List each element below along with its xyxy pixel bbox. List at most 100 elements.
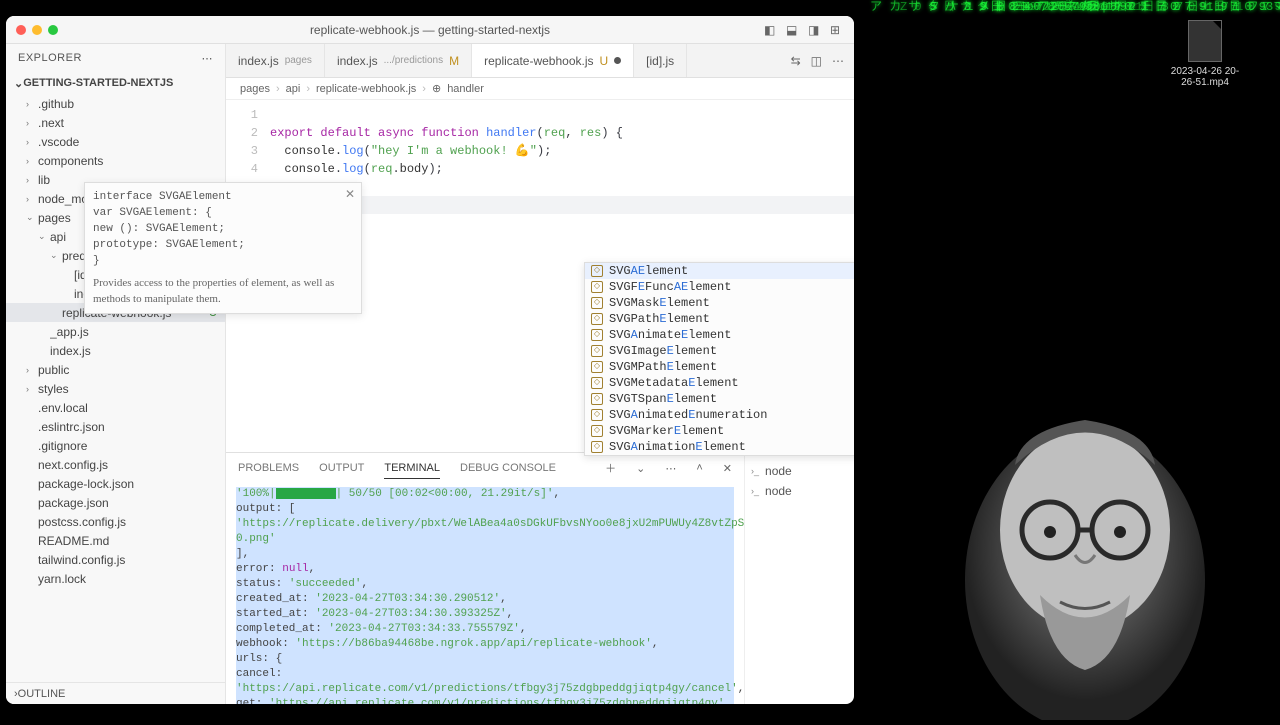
file-item[interactable]: index.js xyxy=(6,341,225,360)
terminal-instance[interactable]: ›_node xyxy=(751,461,848,481)
folder-item[interactable]: ›components xyxy=(6,151,225,170)
close-icon[interactable]: ✕ xyxy=(345,187,355,203)
close-panel-icon[interactable]: ✕ xyxy=(723,462,732,475)
suggestion-item[interactable]: ◇SVGTSpanElement xyxy=(585,391,854,407)
suggestion-label: SVGAnimateElement xyxy=(609,328,731,342)
editor-tab[interactable]: replicate-webhook.jsU xyxy=(472,44,634,77)
editor-tab[interactable]: index.jspages xyxy=(226,44,325,77)
webcam-overlay xyxy=(920,380,1250,720)
symbol-interface-icon: ◇ xyxy=(591,425,603,437)
outline-section[interactable]: › OUTLINE xyxy=(6,682,225,704)
file-item[interactable]: tailwind.config.js xyxy=(6,550,225,569)
symbol-interface-icon: ◇ xyxy=(591,281,603,293)
breadcrumb-item[interactable]: replicate-webhook.js xyxy=(316,83,416,95)
chevron-down-icon: ⌄ xyxy=(14,77,23,90)
bottom-panel: PROBLEMSOUTPUTTERMINALDEBUG CONSOLE ＋ ⌄ … xyxy=(226,452,854,704)
folder-item[interactable]: ›public xyxy=(6,360,225,379)
close-window-button[interactable] xyxy=(16,25,26,35)
suggestion-item[interactable]: ◇SVGImageElement xyxy=(585,343,854,359)
suggestion-label: SVGMaskElement xyxy=(609,296,710,310)
breadcrumb[interactable]: pages›api›replicate-webhook.js›⊕ handler xyxy=(226,78,854,100)
folder-item[interactable]: ›.next xyxy=(6,113,225,132)
folder-item[interactable]: ›styles xyxy=(6,379,225,398)
explorer-title: EXPLORER xyxy=(18,52,82,64)
tab-git-status: M xyxy=(449,54,459,68)
suggestion-item[interactable]: ◇SVGAnimateElement xyxy=(585,327,854,343)
suggestion-item[interactable]: ◇SVGPathElement xyxy=(585,311,854,327)
new-terminal-icon[interactable]: ＋ xyxy=(605,460,616,476)
file-item[interactable]: postcss.config.js xyxy=(6,512,225,531)
breadcrumb-item[interactable]: pages xyxy=(240,83,270,95)
editor-tab[interactable]: index.js.../predictionsM xyxy=(325,44,472,77)
suggestion-item[interactable]: ◇ SVGMaskElement xyxy=(585,295,854,311)
explorer-more-icon[interactable]: ⋯ xyxy=(202,52,214,65)
symbol-interface-icon: ◇ xyxy=(591,361,603,373)
titlebar[interactable]: replicate-webhook.js — getting-started-n… xyxy=(6,16,854,44)
explorer-sidebar: EXPLORER ⋯ ⌄ GETTING-STARTED-NEXTJS ›.gi… xyxy=(6,44,226,704)
folder-item[interactable]: ›.vscode xyxy=(6,132,225,151)
file-item[interactable]: _app.js xyxy=(6,322,225,341)
file-item[interactable]: .gitignore xyxy=(6,436,225,455)
breadcrumb-item[interactable]: api xyxy=(286,83,301,95)
editor-tab[interactable]: [id].js xyxy=(634,44,687,77)
suggestion-item[interactable]: ◇ SVGMetadataElement xyxy=(585,375,854,391)
suggestion-item[interactable]: ◇ SVGMarkerElement xyxy=(585,423,854,439)
panel-tab[interactable]: OUTPUT xyxy=(319,458,364,478)
suggestion-item[interactable]: ◇SVGAElement xyxy=(585,263,854,279)
video-file-icon xyxy=(1188,20,1222,62)
minimize-window-button[interactable] xyxy=(32,25,42,35)
intellisense-popup[interactable]: ◇SVGAElement◇SVGFEFuncAElement◇SVGMaskEl… xyxy=(584,262,854,456)
panel-tab[interactable]: TERMINAL xyxy=(384,458,440,479)
tab-path: .../predictions xyxy=(384,55,443,66)
layout-customize-icon[interactable]: ⊞ xyxy=(830,23,844,37)
outline-label: OUTLINE xyxy=(18,688,66,700)
chevron-right-icon: › xyxy=(306,83,310,95)
symbol-interface-icon: ◇ xyxy=(591,345,603,357)
folder-item[interactable]: ›.github xyxy=(6,94,225,113)
tree-label: tailwind.config.js xyxy=(38,553,225,567)
tree-label: .env.local xyxy=(38,401,225,415)
suggestion-item[interactable]: ◇SVGMPathElement xyxy=(585,359,854,375)
chevron-down-icon: ⌄ xyxy=(38,231,50,242)
suggestion-label: SVGMetadataElement xyxy=(609,376,739,390)
symbol-interface-icon: ◇ xyxy=(591,297,603,309)
project-name: GETTING-STARTED-NEXTJS xyxy=(23,77,173,89)
file-item[interactable]: next.config.js xyxy=(6,455,225,474)
file-item[interactable]: package.json xyxy=(6,493,225,512)
suggestion-label: SVGAnimationElement xyxy=(609,440,746,454)
tree-label: .github xyxy=(38,97,225,111)
terminal-dropdown-icon[interactable]: ⌄ xyxy=(636,462,645,475)
panel-tab[interactable]: DEBUG CONSOLE xyxy=(460,458,556,478)
maximize-panel-icon[interactable]: ˄ xyxy=(696,462,702,474)
terminal-output[interactable]: '100%|| 50/50 [00:02<00:00, 21.29it/s]',… xyxy=(226,483,744,704)
compare-changes-icon[interactable]: ⇆ xyxy=(791,54,801,68)
file-item[interactable]: yarn.lock xyxy=(6,569,225,588)
file-item[interactable]: .eslintrc.json xyxy=(6,417,225,436)
terminal-instance[interactable]: ›_node xyxy=(751,481,848,501)
suggestion-label: SVGMarkerElement xyxy=(609,424,724,438)
layout-panel-bottom-icon[interactable]: ⬓ xyxy=(786,23,800,37)
chevron-right-icon: › xyxy=(26,384,38,394)
file-item[interactable]: .env.local xyxy=(6,398,225,417)
panel-tab[interactable]: PROBLEMS xyxy=(238,458,299,478)
tree-label: .next xyxy=(38,116,225,130)
suggestion-item[interactable]: ◇SVGAnimatedEnumeration xyxy=(585,407,854,423)
terminal-more-icon[interactable]: ⋯ xyxy=(665,462,676,475)
unsaved-indicator-icon xyxy=(614,57,621,64)
layout-panel-right-icon[interactable]: ◨ xyxy=(808,23,822,37)
breadcrumb-item[interactable]: handler xyxy=(447,83,484,95)
suggestion-item[interactable]: ◇SVGAnimationElement xyxy=(585,439,854,455)
split-editor-icon[interactable]: ◫ xyxy=(811,54,822,68)
file-item[interactable]: package-lock.json xyxy=(6,474,225,493)
panel-tabs: PROBLEMSOUTPUTTERMINALDEBUG CONSOLE ＋ ⌄ … xyxy=(226,453,744,483)
layout-panel-left-icon[interactable]: ◧ xyxy=(764,23,778,37)
tab-more-icon[interactable]: ⋯ xyxy=(832,54,844,68)
tab-git-status: U xyxy=(600,54,609,68)
chevron-down-icon: ⌄ xyxy=(50,250,62,261)
symbol-interface-icon: ◇ xyxy=(591,377,603,389)
file-item[interactable]: README.md xyxy=(6,531,225,550)
desktop-file[interactable]: 2023-04-26 20-26-51.mp4 xyxy=(1170,20,1240,88)
project-header[interactable]: ⌄ GETTING-STARTED-NEXTJS xyxy=(6,72,225,94)
suggestion-item[interactable]: ◇SVGFEFuncAElement xyxy=(585,279,854,295)
maximize-window-button[interactable] xyxy=(48,25,58,35)
